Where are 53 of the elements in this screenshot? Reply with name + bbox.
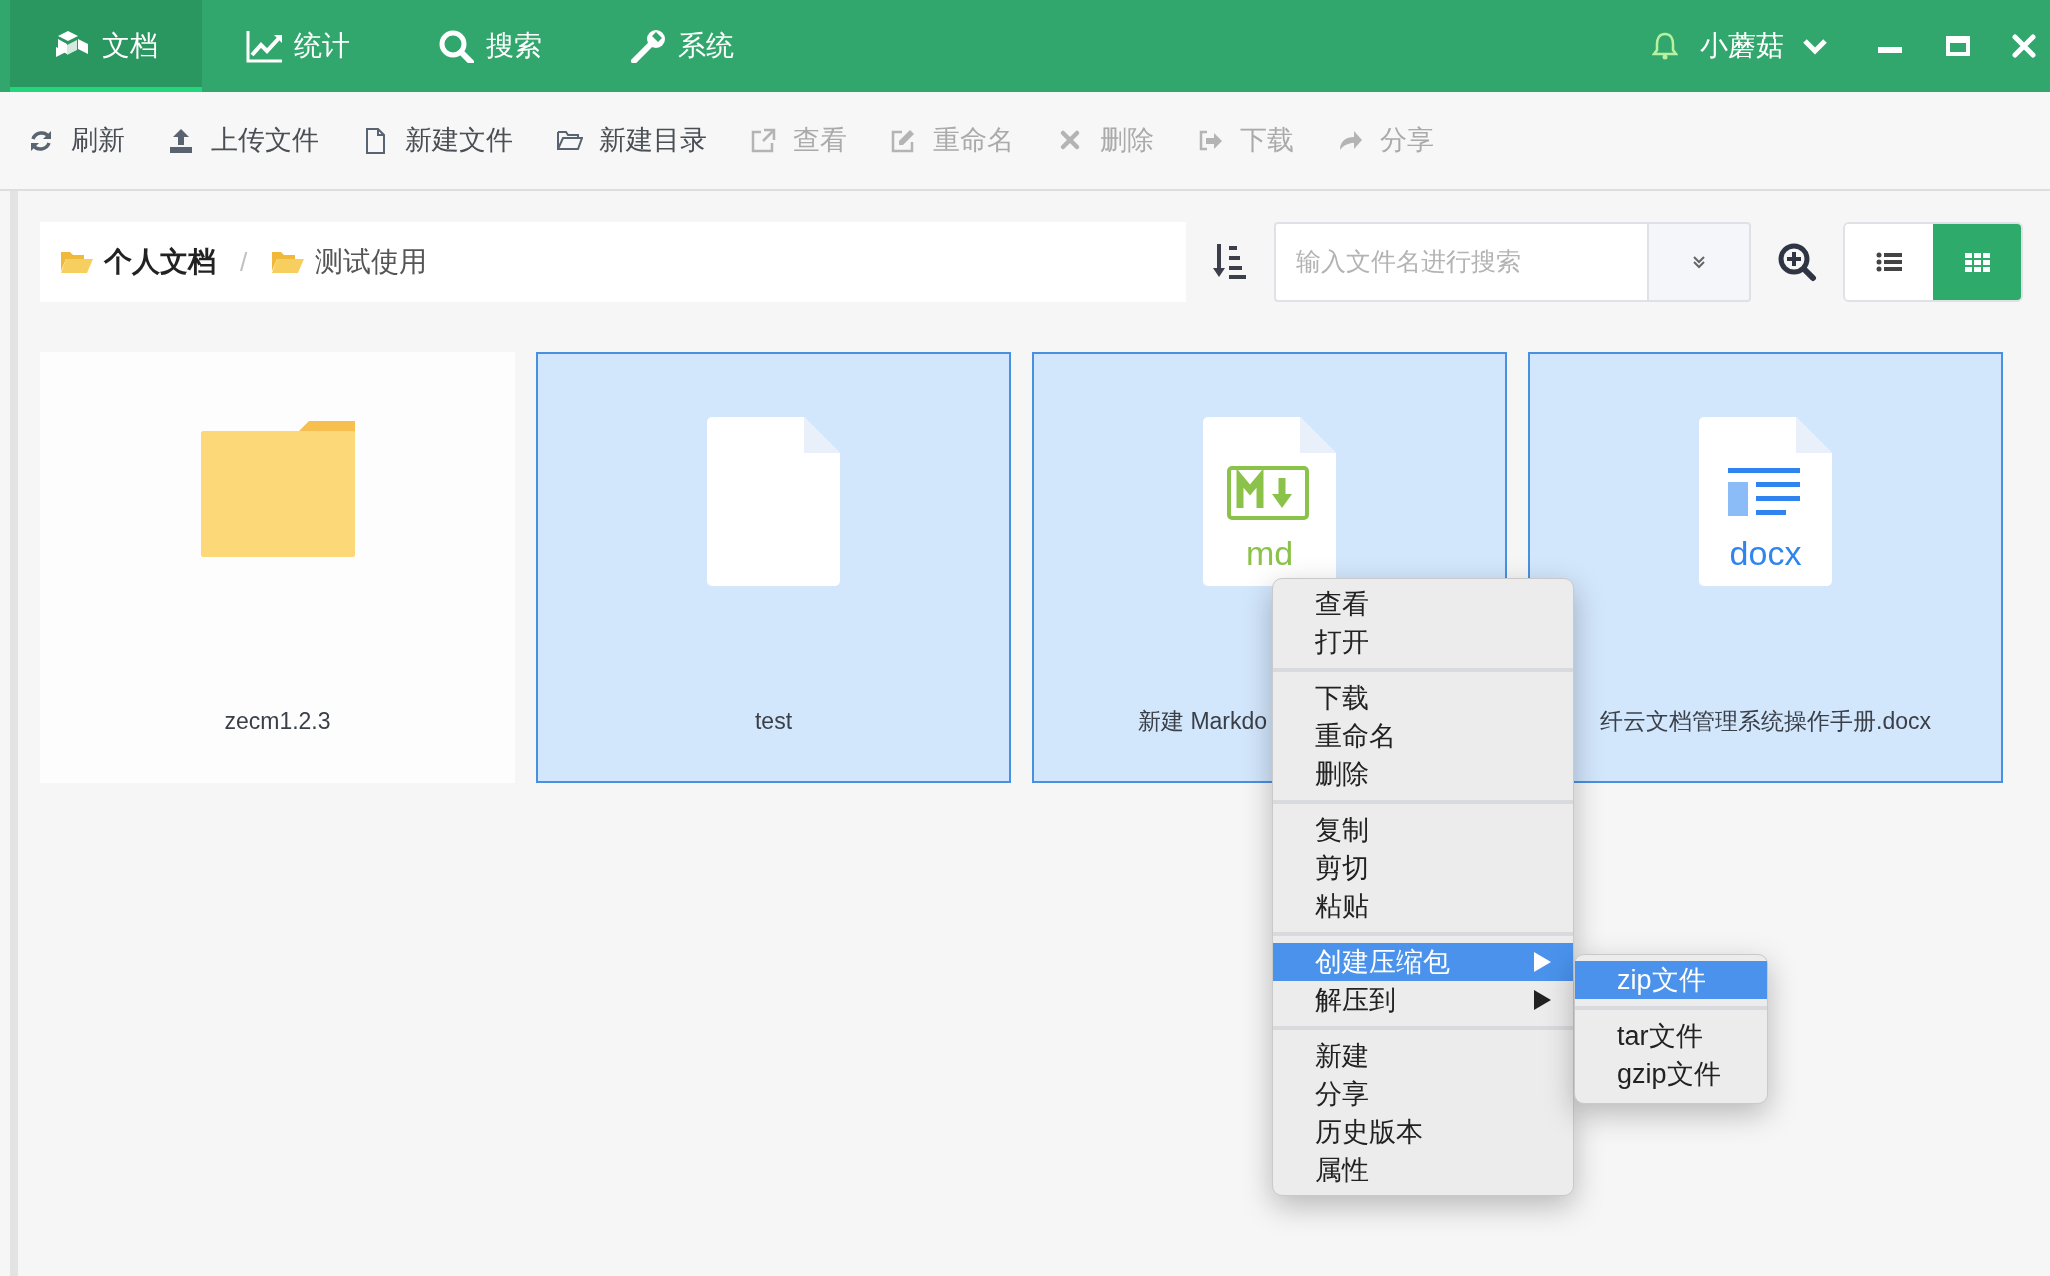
sort-icon[interactable]	[1212, 242, 1248, 282]
search-icon	[438, 29, 474, 63]
edit-icon	[891, 127, 917, 154]
double-chevron-icon	[1691, 254, 1707, 270]
context-menu-item[interactable]: 粘贴	[1273, 887, 1573, 925]
context-menu-item[interactable]: 历史版本	[1273, 1113, 1573, 1151]
context-menu-item[interactable]: 分享	[1273, 1075, 1573, 1113]
folder-icon	[200, 421, 355, 557]
external-link-icon	[751, 127, 777, 154]
context-menu-item[interactable]: 复制	[1273, 811, 1573, 849]
document-file-icon	[1698, 415, 1833, 587]
breadcrumb-separator: /	[240, 245, 248, 279]
file-name: test	[754, 708, 793, 734]
file-type-label: md	[1244, 532, 1295, 574]
file-type-label: docx	[1728, 532, 1803, 574]
submenu-arrow-icon	[1533, 989, 1551, 1011]
search-field[interactable]: 输入文件名进行搜索	[1274, 222, 1649, 302]
file-name: zecm1.2.3	[224, 708, 331, 734]
context-menu-item[interactable]: 解压到	[1273, 981, 1573, 1019]
submenu-arrow-icon	[1533, 951, 1551, 973]
toolbar-button[interactable]: 新建文件	[363, 120, 513, 161]
toolbar-button[interactable]: 上传文件	[169, 120, 319, 161]
zoom-in-icon[interactable]	[1777, 242, 1817, 282]
grid-icon	[1964, 252, 1990, 272]
submenu-item[interactable]: gzip文件	[1575, 1055, 1767, 1093]
file-card[interactable]: zecm1.2.3	[40, 352, 515, 783]
folder-icon	[60, 249, 94, 275]
upload-icon	[169, 127, 195, 154]
list-icon	[1876, 252, 1902, 272]
file-name: 新建 Markdo	[1138, 708, 1268, 734]
chevron-down-icon	[1802, 37, 1828, 55]
line-chart-icon	[246, 29, 282, 63]
context-menu-item[interactable]: 剪切	[1273, 849, 1573, 887]
markdown-file-icon	[1202, 415, 1337, 587]
context-menu-item[interactable]: 属性	[1273, 1151, 1573, 1189]
breadcrumb-link[interactable]: 测试使用	[271, 241, 428, 283]
close-icon[interactable]	[2012, 34, 2036, 58]
nav-tab[interactable]: 文档	[10, 0, 202, 92]
file-card[interactable]: docx 纤云文档管理系统操作手册.docx	[1528, 352, 2003, 783]
toolbar-button[interactable]: 新建目录	[557, 120, 707, 161]
file-card[interactable]: test	[536, 352, 1011, 783]
context-menu-item[interactable]: 新建	[1273, 1037, 1573, 1075]
file-name: 纤云文档管理系统操作手册.docx	[1600, 708, 1931, 734]
wrench-icon	[630, 29, 666, 63]
toolbar-button[interactable]: 刷新	[29, 120, 125, 161]
view-toggle-button[interactable]	[1845, 224, 1933, 300]
maximize-icon[interactable]	[1946, 36, 1970, 56]
breadcrumb-link[interactable]: 个人文档	[60, 241, 216, 283]
bell-icon[interactable]	[1652, 31, 1678, 61]
view-toggle-button[interactable]	[1933, 224, 2021, 300]
submenu-item[interactable]: tar文件	[1575, 1017, 1767, 1055]
file-icon	[706, 415, 841, 587]
folder-icon	[271, 249, 306, 275]
